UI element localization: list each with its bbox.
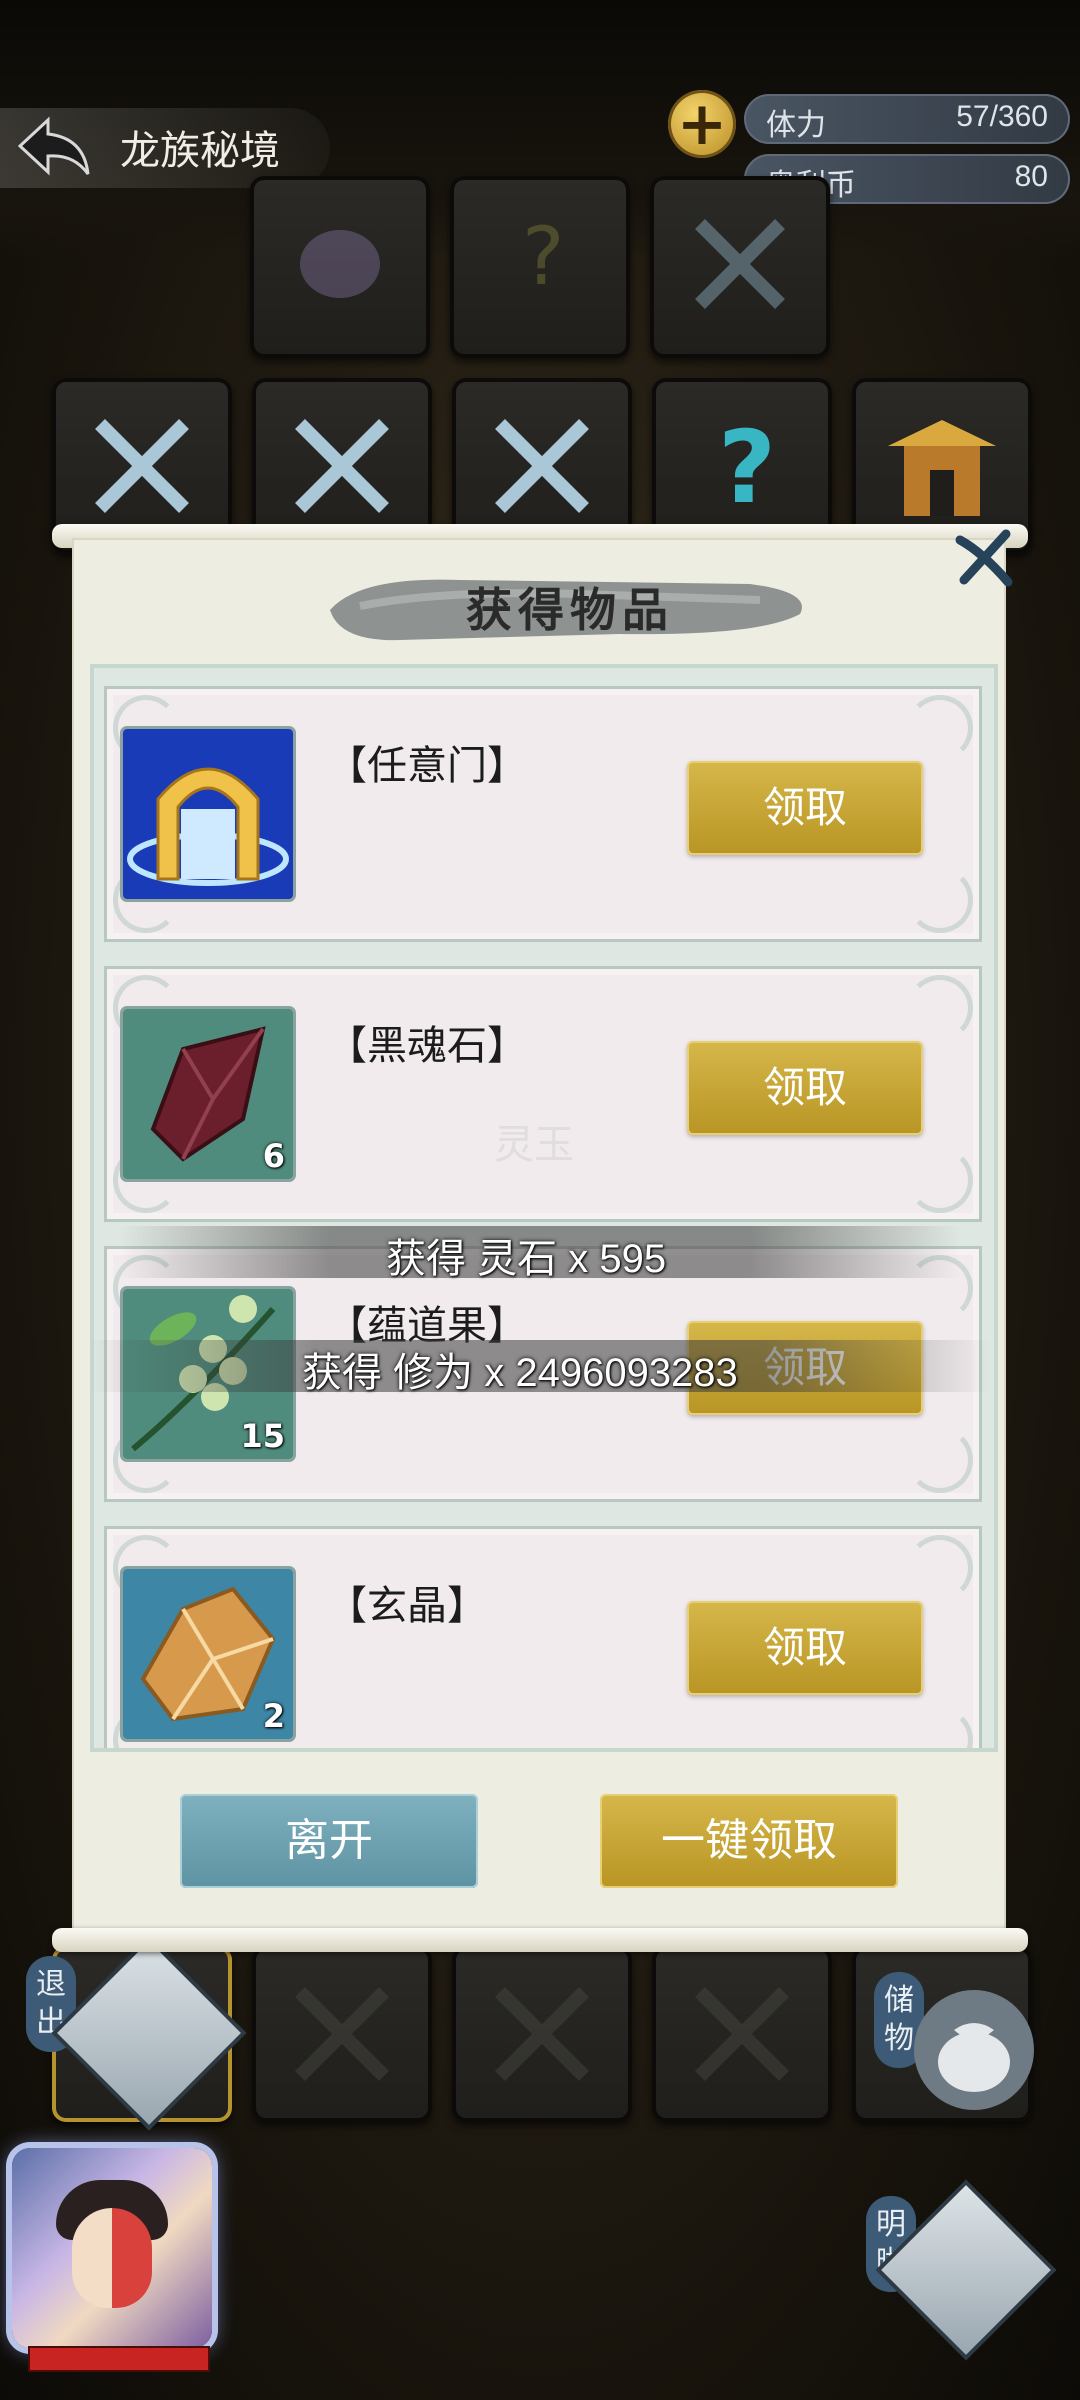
spirit-stone-notification: 获得 灵石 x 595 — [386, 1237, 667, 1281]
corner-ornament — [907, 1707, 973, 1748]
item-count: 2 — [262, 1697, 285, 1735]
hp-bar — [28, 2346, 210, 2372]
avatar-face — [72, 2208, 152, 2308]
question-icon: ? — [718, 409, 776, 526]
corner-ornament — [907, 695, 973, 761]
back-arrow-icon[interactable] — [14, 112, 94, 182]
svg-text:?: ? — [718, 409, 776, 526]
corner-ornament — [907, 1427, 973, 1493]
reward-item: 【任意门】 领取 — [104, 686, 982, 942]
corner-ornament — [907, 1535, 973, 1601]
crossed-swords-icon — [695, 219, 785, 309]
reward-list[interactable]: 【任意门】 领取 6 【黑魂石】 领取 15 【蕴道果】 2 【玄晶】 领取 — [90, 664, 998, 1752]
claim-button[interactable]: 领取 — [687, 761, 923, 855]
board-tile-unknown[interactable]: ? — [450, 176, 630, 358]
crossed-swords-icon — [495, 419, 589, 513]
reward-item: 6 【黑魂石】 领取 — [104, 966, 982, 1222]
claim-button[interactable]: 领取 — [687, 1041, 923, 1135]
coin-value: 80 — [1014, 160, 1048, 193]
bag-icon — [300, 230, 380, 298]
add-stamina-button[interactable]: + — [668, 90, 736, 158]
board-tile-battle[interactable] — [652, 1946, 832, 2122]
crossed-swords-icon — [295, 1987, 389, 2081]
location-title: 龙族秘境 — [120, 129, 280, 173]
board-tile-battle[interactable] — [452, 1946, 632, 2122]
crossed-swords-icon — [695, 1987, 789, 2081]
item-name: 【黑魂石】 — [327, 1024, 527, 1068]
item-count: 6 — [262, 1137, 285, 1175]
dark-soul-stone-icon: 6 — [123, 1009, 293, 1179]
stamina-pill: 体力 57/360 — [744, 94, 1070, 144]
stamina-label: 体力 — [766, 109, 826, 142]
board-tile-battle[interactable] — [252, 1946, 432, 2122]
corner-ornament — [907, 1147, 973, 1213]
crossed-swords-icon — [495, 1987, 589, 2081]
dialog-title: 获得物品 — [466, 583, 674, 637]
scroll-rod-bottom — [52, 1928, 1028, 1952]
close-icon[interactable] — [946, 522, 1020, 596]
storage-bag-icon[interactable] — [910, 1986, 1038, 2114]
svg-text:?: ? — [522, 210, 564, 303]
board-tile-battle[interactable] — [650, 176, 830, 358]
cultivation-notification: 获得 修为 x 2496093283 — [302, 1351, 738, 1395]
leave-button[interactable]: 离开 — [180, 1794, 478, 1888]
item-count: 15 — [240, 1417, 285, 1455]
crossed-swords-icon — [95, 419, 189, 513]
item-name: 【玄晶】 — [327, 1584, 487, 1628]
plus-icon: + — [676, 89, 728, 159]
claim-all-button[interactable]: 一键领取 — [600, 1794, 898, 1888]
pagoda-gate-icon — [888, 420, 996, 516]
stamina-value: 57/360 — [956, 100, 1048, 133]
crossed-swords-icon — [295, 419, 389, 513]
board-tile-bag[interactable] — [250, 176, 430, 358]
mystic-crystal-icon: 2 — [123, 1569, 293, 1739]
corner-ornament — [907, 867, 973, 933]
reward-item: 2 【玄晶】 领取 — [104, 1526, 982, 1748]
portal-gate-icon — [123, 729, 293, 899]
question-icon: ? — [522, 210, 564, 303]
item-name: 【任意门】 — [327, 744, 527, 788]
faded-notification: 灵玉 — [494, 1123, 574, 1167]
corner-ornament — [907, 975, 973, 1041]
claim-button[interactable]: 领取 — [687, 1601, 923, 1695]
player-avatar[interactable] — [12, 2148, 212, 2348]
